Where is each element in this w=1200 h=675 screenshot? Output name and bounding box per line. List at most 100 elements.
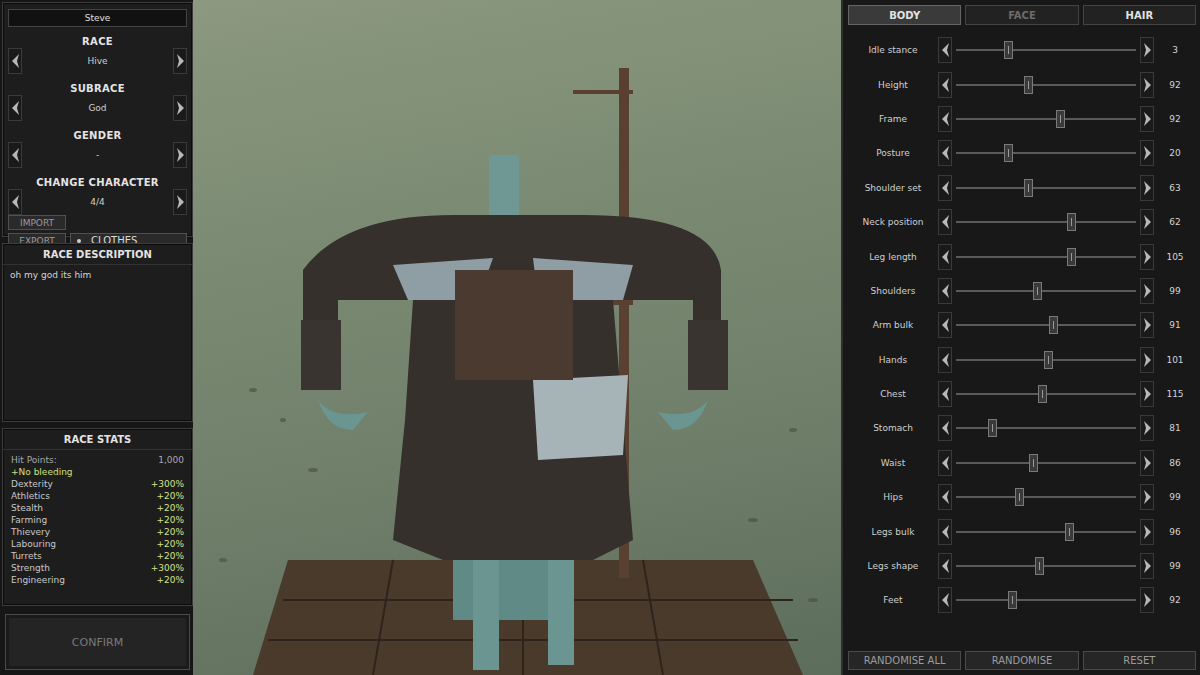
slider-thumb[interactable] bbox=[1049, 316, 1058, 334]
slider-track[interactable] bbox=[956, 209, 1136, 235]
previous-button[interactable] bbox=[938, 347, 952, 373]
previous-button[interactable] bbox=[938, 587, 952, 613]
slider-thumb[interactable] bbox=[1033, 282, 1042, 300]
right-arrow-icon[interactable] bbox=[1143, 524, 1152, 540]
right-arrow-icon[interactable] bbox=[1143, 180, 1152, 196]
tab[interactable]: BODY bbox=[848, 5, 961, 25]
next-button[interactable] bbox=[1140, 381, 1154, 407]
left-arrow-icon[interactable] bbox=[11, 53, 20, 69]
previous-button[interactable] bbox=[938, 519, 952, 545]
right-arrow-icon[interactable] bbox=[1143, 214, 1152, 230]
next-button[interactable] bbox=[1140, 484, 1154, 510]
left-arrow-icon[interactable] bbox=[941, 283, 950, 299]
slider-track[interactable] bbox=[956, 175, 1136, 201]
slider-thumb[interactable] bbox=[988, 419, 997, 437]
tab-label[interactable]: BODY bbox=[889, 10, 920, 21]
left-arrow-icon[interactable] bbox=[941, 489, 950, 505]
next-button[interactable] bbox=[1140, 347, 1154, 373]
left-arrow-icon[interactable] bbox=[941, 77, 950, 93]
slider-track[interactable] bbox=[956, 587, 1136, 613]
right-arrow-icon[interactable] bbox=[1143, 42, 1152, 58]
next-button[interactable] bbox=[173, 48, 187, 74]
slider-track[interactable] bbox=[956, 553, 1136, 579]
action-button[interactable]: RANDOMISE ALL bbox=[848, 651, 961, 670]
slider-thumb[interactable] bbox=[1004, 144, 1013, 162]
right-arrow-icon[interactable] bbox=[1143, 592, 1152, 608]
right-arrow-icon[interactable] bbox=[1143, 145, 1152, 161]
slider-track[interactable] bbox=[956, 140, 1136, 166]
next-button[interactable] bbox=[1140, 140, 1154, 166]
right-arrow-icon[interactable] bbox=[1143, 111, 1152, 127]
slider-thumb[interactable] bbox=[1067, 248, 1076, 266]
next-button[interactable] bbox=[1140, 519, 1154, 545]
left-arrow-icon[interactable] bbox=[941, 386, 950, 402]
slider-track[interactable] bbox=[956, 106, 1136, 132]
slider-thumb[interactable] bbox=[1035, 557, 1044, 575]
previous-button[interactable] bbox=[8, 189, 22, 215]
previous-button[interactable] bbox=[938, 312, 952, 338]
right-arrow-icon[interactable] bbox=[1143, 249, 1152, 265]
left-arrow-icon[interactable] bbox=[941, 249, 950, 265]
right-arrow-icon[interactable] bbox=[1143, 420, 1152, 436]
slider-track[interactable] bbox=[956, 347, 1136, 373]
name-field[interactable]: Steve bbox=[8, 9, 187, 27]
right-arrow-icon[interactable] bbox=[1143, 317, 1152, 333]
right-arrow-icon[interactable] bbox=[176, 100, 185, 116]
left-arrow-icon[interactable] bbox=[941, 455, 950, 471]
left-arrow-icon[interactable] bbox=[941, 145, 950, 161]
previous-button[interactable] bbox=[938, 140, 952, 166]
slider-track[interactable] bbox=[956, 37, 1136, 63]
slider-thumb[interactable] bbox=[1065, 523, 1074, 541]
slider-track[interactable] bbox=[956, 278, 1136, 304]
character-viewport[interactable] bbox=[193, 0, 841, 675]
slider-track[interactable] bbox=[956, 484, 1136, 510]
import-button[interactable]: IMPORT bbox=[8, 215, 66, 230]
previous-button[interactable] bbox=[938, 484, 952, 510]
slider-track[interactable] bbox=[956, 381, 1136, 407]
previous-button[interactable] bbox=[938, 106, 952, 132]
tab-label[interactable]: HAIR bbox=[1126, 10, 1154, 21]
previous-button[interactable] bbox=[8, 95, 22, 121]
next-button[interactable] bbox=[1140, 278, 1154, 304]
slider-thumb[interactable] bbox=[1024, 76, 1033, 94]
next-button[interactable] bbox=[1140, 244, 1154, 270]
left-arrow-icon[interactable] bbox=[11, 147, 20, 163]
right-arrow-icon[interactable] bbox=[176, 194, 185, 210]
tab[interactable]: HAIR bbox=[1083, 5, 1196, 25]
right-arrow-icon[interactable] bbox=[1143, 77, 1152, 93]
next-button[interactable] bbox=[173, 142, 187, 168]
slider-track[interactable] bbox=[956, 450, 1136, 476]
next-button[interactable] bbox=[1140, 415, 1154, 441]
previous-button[interactable] bbox=[938, 450, 952, 476]
next-button[interactable] bbox=[1140, 37, 1154, 63]
previous-button[interactable] bbox=[938, 72, 952, 98]
next-button[interactable] bbox=[1140, 175, 1154, 201]
previous-button[interactable] bbox=[938, 553, 952, 579]
left-arrow-icon[interactable] bbox=[941, 42, 950, 58]
slider-thumb[interactable] bbox=[1029, 454, 1038, 472]
right-arrow-icon[interactable] bbox=[176, 53, 185, 69]
next-button[interactable] bbox=[1140, 450, 1154, 476]
action-button[interactable]: RESET bbox=[1083, 651, 1196, 670]
confirm-button[interactable]: CONFIRM bbox=[5, 614, 190, 670]
slider-thumb[interactable] bbox=[1024, 179, 1033, 197]
slider-thumb[interactable] bbox=[1056, 110, 1065, 128]
previous-button[interactable] bbox=[8, 142, 22, 168]
left-arrow-icon[interactable] bbox=[941, 558, 950, 574]
right-arrow-icon[interactable] bbox=[1143, 489, 1152, 505]
left-arrow-icon[interactable] bbox=[941, 111, 950, 127]
previous-button[interactable] bbox=[938, 37, 952, 63]
action-button[interactable]: RANDOMISE bbox=[965, 651, 1078, 670]
next-button[interactable] bbox=[173, 95, 187, 121]
slider-thumb[interactable] bbox=[1044, 351, 1053, 369]
right-arrow-icon[interactable] bbox=[176, 147, 185, 163]
left-arrow-icon[interactable] bbox=[941, 352, 950, 368]
right-arrow-icon[interactable] bbox=[1143, 558, 1152, 574]
right-arrow-icon[interactable] bbox=[1143, 386, 1152, 402]
tab-label[interactable]: FACE bbox=[1008, 10, 1036, 21]
slider-track[interactable] bbox=[956, 312, 1136, 338]
previous-button[interactable] bbox=[938, 381, 952, 407]
slider-thumb[interactable] bbox=[1004, 41, 1013, 59]
previous-button[interactable] bbox=[938, 209, 952, 235]
slider-track[interactable] bbox=[956, 244, 1136, 270]
